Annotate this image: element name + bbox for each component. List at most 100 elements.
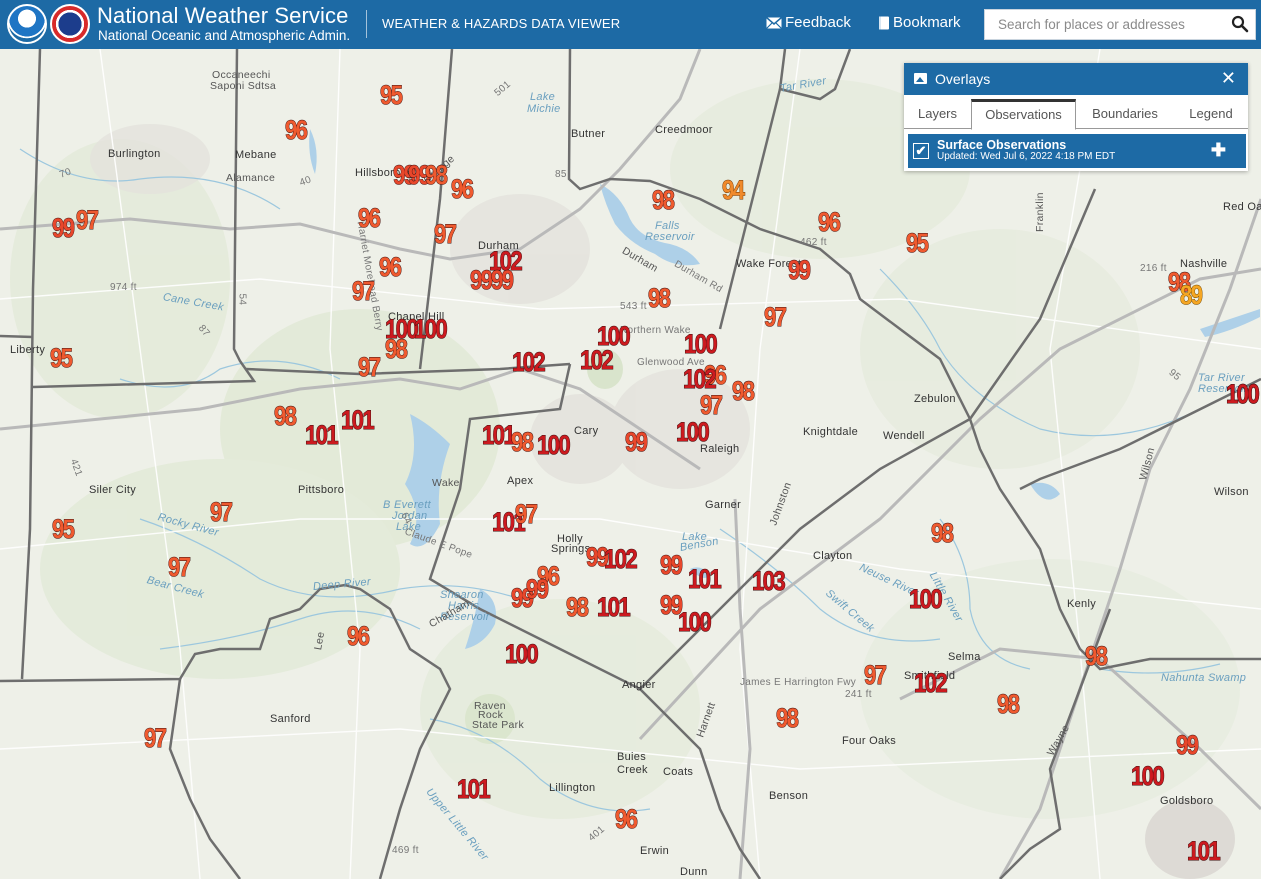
temperature-observation[interactable]: 97 — [358, 353, 382, 381]
layer-checkbox[interactable]: ✔ — [913, 143, 929, 159]
temperature-observation[interactable]: 100 — [537, 431, 571, 459]
temperature-observation[interactable]: 96 — [347, 622, 371, 650]
place-label: Northern Wake — [620, 325, 691, 336]
temperature-observation[interactable]: 103 — [752, 567, 786, 595]
bookmark-button[interactable]: Bookmark — [878, 14, 961, 31]
temperature-observation[interactable]: 97 — [700, 391, 724, 419]
envelope-icon — [766, 16, 782, 29]
temperature-observation[interactable]: 98 — [652, 186, 676, 214]
place-label: 54 — [236, 293, 248, 306]
temperature-observation[interactable]: 99 — [52, 214, 76, 242]
temperature-observation[interactable]: 97 — [864, 661, 888, 689]
temperature-observation[interactable]: 100 — [414, 315, 448, 343]
temperature-observation[interactable]: 96 — [379, 253, 403, 281]
place-label: Mebane — [235, 149, 277, 161]
tab-legend[interactable]: Legend — [1174, 99, 1248, 129]
temperature-observation[interactable]: 98 — [776, 704, 800, 732]
temperature-observation[interactable]: 97 — [76, 206, 100, 234]
temperature-observation[interactable]: 97 — [764, 303, 788, 331]
temperature-observation[interactable]: 97 — [210, 498, 234, 526]
temperature-observation[interactable]: 99 — [1176, 731, 1200, 759]
place-label: Zebulon — [914, 393, 956, 405]
temperature-observation[interactable]: 100 — [909, 585, 943, 613]
temperature-observation[interactable]: 96 — [358, 204, 382, 232]
temperature-observation[interactable]: 100 — [1131, 762, 1165, 790]
temperature-observation[interactable]: 96 — [615, 805, 639, 833]
temperature-observation[interactable]: 98 — [931, 519, 955, 547]
temperature-observation[interactable]: 99 — [526, 575, 550, 603]
place-label: Dunn — [680, 866, 708, 878]
temperature-observation[interactable]: 102 — [512, 348, 546, 376]
expand-plus-icon[interactable]: ✚ — [1211, 140, 1226, 161]
temperature-observation[interactable]: 95 — [906, 229, 930, 257]
place-label: 241 ft — [845, 689, 872, 700]
temperature-observation[interactable]: 98 — [274, 402, 298, 430]
feedback-label: Feedback — [785, 14, 851, 31]
place-label: Siler City — [89, 484, 137, 496]
temperature-observation[interactable]: 95 — [50, 344, 74, 372]
temperature-observation[interactable]: 100 — [676, 418, 710, 446]
temperature-observation[interactable]: 98 — [648, 284, 672, 312]
temperature-observation[interactable]: 100 — [505, 640, 539, 668]
temperature-observation[interactable]: 97 — [144, 724, 168, 752]
map-canvas[interactable]: Occaneechi Saponi Sdtsa Burlington Mebane Hi… — [0, 49, 1261, 879]
temperature-observation[interactable]: 96 — [818, 208, 842, 236]
temperature-observation[interactable]: 89 — [1180, 281, 1204, 309]
temperature-observation[interactable]: 101 — [305, 421, 339, 449]
temperature-observation[interactable]: 102 — [604, 545, 638, 573]
temperature-observation[interactable]: 98 — [997, 690, 1021, 718]
temperature-observation[interactable]: 94 — [722, 176, 746, 204]
feedback-button[interactable]: Feedback — [766, 14, 851, 31]
temperature-observation[interactable]: 99 — [625, 428, 649, 456]
place-label: Angier — [622, 679, 656, 691]
temperature-observation[interactable]: 97 — [352, 277, 376, 305]
temperature-observation[interactable]: 98 — [1085, 642, 1109, 670]
temperature-observation[interactable]: 102 — [683, 365, 717, 393]
temperature-observation[interactable]: 102 — [914, 669, 948, 697]
temperature-observation[interactable]: 101 — [341, 406, 375, 434]
temperature-observation[interactable]: 100 — [684, 330, 718, 358]
place-label: Kenly — [1067, 598, 1097, 610]
place-label: Wilson — [1214, 486, 1249, 498]
temperature-observation[interactable]: 99 — [491, 266, 515, 294]
tab-layers[interactable]: Layers — [904, 99, 971, 129]
temperature-observation[interactable]: 97 — [434, 220, 458, 248]
place-label: Benson — [769, 790, 809, 802]
temperature-observation[interactable]: 98 — [385, 335, 409, 363]
nws-logo-icon[interactable] — [50, 4, 90, 44]
temperature-observation[interactable]: 101 — [482, 421, 516, 449]
temperature-observation[interactable]: 99 — [660, 551, 684, 579]
temperature-observation[interactable]: 98 — [732, 377, 756, 405]
tab-observations[interactable]: Observations — [971, 99, 1076, 130]
temperature-observation[interactable]: 98 — [511, 428, 535, 456]
brand-title[interactable]: National Weather Service — [97, 3, 348, 29]
temperature-observation[interactable]: 99 — [788, 256, 812, 284]
tab-boundaries[interactable]: Boundaries — [1079, 99, 1171, 129]
surface-observations-layer[interactable]: ✔ Surface Observations Updated: Wed Jul … — [908, 134, 1246, 168]
temperature-observation[interactable]: 98 — [566, 593, 590, 621]
temperature-observation[interactable]: 98 — [425, 161, 449, 189]
temperature-observation[interactable]: 96 — [285, 116, 309, 144]
temperature-observation[interactable]: 99 — [470, 266, 494, 294]
search-icon[interactable] — [1231, 15, 1249, 33]
temperature-observation[interactable]: 101 — [457, 775, 491, 803]
temperature-observation[interactable]: 95 — [380, 81, 404, 109]
noaa-logo-icon[interactable] — [7, 4, 47, 44]
temperature-observation[interactable]: 100 — [678, 608, 712, 636]
header: National Weather Service National Oceani… — [0, 0, 1261, 49]
temperature-observation[interactable]: 101 — [688, 565, 722, 593]
search-input[interactable] — [985, 10, 1255, 39]
temperature-observation[interactable]: 100 — [1226, 380, 1260, 408]
place-label: Garner — [705, 499, 742, 511]
temperature-observation[interactable]: 102 — [580, 346, 614, 374]
temperature-observation[interactable]: 97 — [515, 500, 539, 528]
temperature-observation[interactable]: 101 — [597, 593, 631, 621]
overlays-tabs: Layers Observations Boundaries Legend — [904, 99, 1248, 130]
close-icon[interactable]: ✕ — [1221, 68, 1236, 89]
temperature-observation[interactable]: 100 — [597, 322, 631, 350]
temperature-observation[interactable]: 95 — [52, 515, 76, 543]
temperature-observation[interactable]: 96 — [451, 175, 475, 203]
temperature-observation[interactable]: 101 — [1187, 837, 1221, 865]
temperature-observation[interactable]: 97 — [168, 553, 192, 581]
place-label: Nahunta Swamp — [1161, 672, 1247, 684]
